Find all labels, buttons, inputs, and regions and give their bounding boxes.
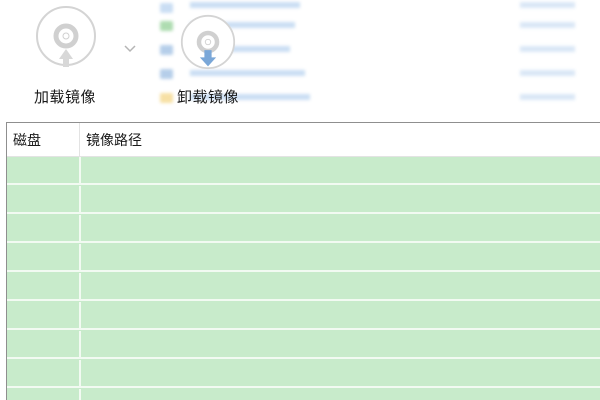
column-divider bbox=[79, 215, 81, 243]
table-row[interactable] bbox=[7, 244, 600, 272]
table-row[interactable] bbox=[7, 186, 600, 214]
column-divider bbox=[79, 302, 81, 330]
table-row[interactable] bbox=[7, 331, 600, 359]
mount-image-button[interactable]: 加载镜像 bbox=[0, 0, 120, 118]
disc-unmount-icon bbox=[180, 14, 236, 70]
table-row[interactable] bbox=[7, 360, 600, 388]
table-row[interactable] bbox=[7, 273, 600, 301]
column-header-image-path[interactable]: 镜像路径 bbox=[80, 123, 600, 156]
mount-image-label: 加载镜像 bbox=[34, 88, 97, 106]
column-divider bbox=[79, 186, 81, 214]
column-divider bbox=[79, 244, 81, 272]
column-header-disk[interactable]: 磁盘 bbox=[7, 123, 80, 156]
column-divider bbox=[79, 360, 81, 388]
column-divider bbox=[79, 389, 81, 400]
column-divider bbox=[79, 331, 81, 359]
table-body bbox=[7, 157, 600, 400]
table-row[interactable] bbox=[7, 157, 600, 185]
column-divider bbox=[79, 273, 81, 301]
unmount-image-button[interactable]: 卸载镜像 bbox=[145, 0, 265, 118]
disc-mount-icon bbox=[36, 6, 96, 67]
chevron-down-icon[interactable] bbox=[120, 38, 140, 58]
column-divider bbox=[79, 157, 81, 185]
mounted-images-table: 磁盘 镜像路径 bbox=[6, 122, 600, 400]
table-header: 磁盘 镜像路径 bbox=[7, 123, 600, 157]
app-window: 加载镜像 卸载镜像 磁盘 镜像路径 bbox=[0, 0, 600, 400]
toolbar: 加载镜像 卸载镜像 bbox=[0, 0, 600, 120]
unmount-image-label: 卸载镜像 bbox=[177, 88, 240, 106]
table-row[interactable] bbox=[7, 215, 600, 243]
table-row[interactable] bbox=[7, 389, 600, 400]
table-row[interactable] bbox=[7, 302, 600, 330]
